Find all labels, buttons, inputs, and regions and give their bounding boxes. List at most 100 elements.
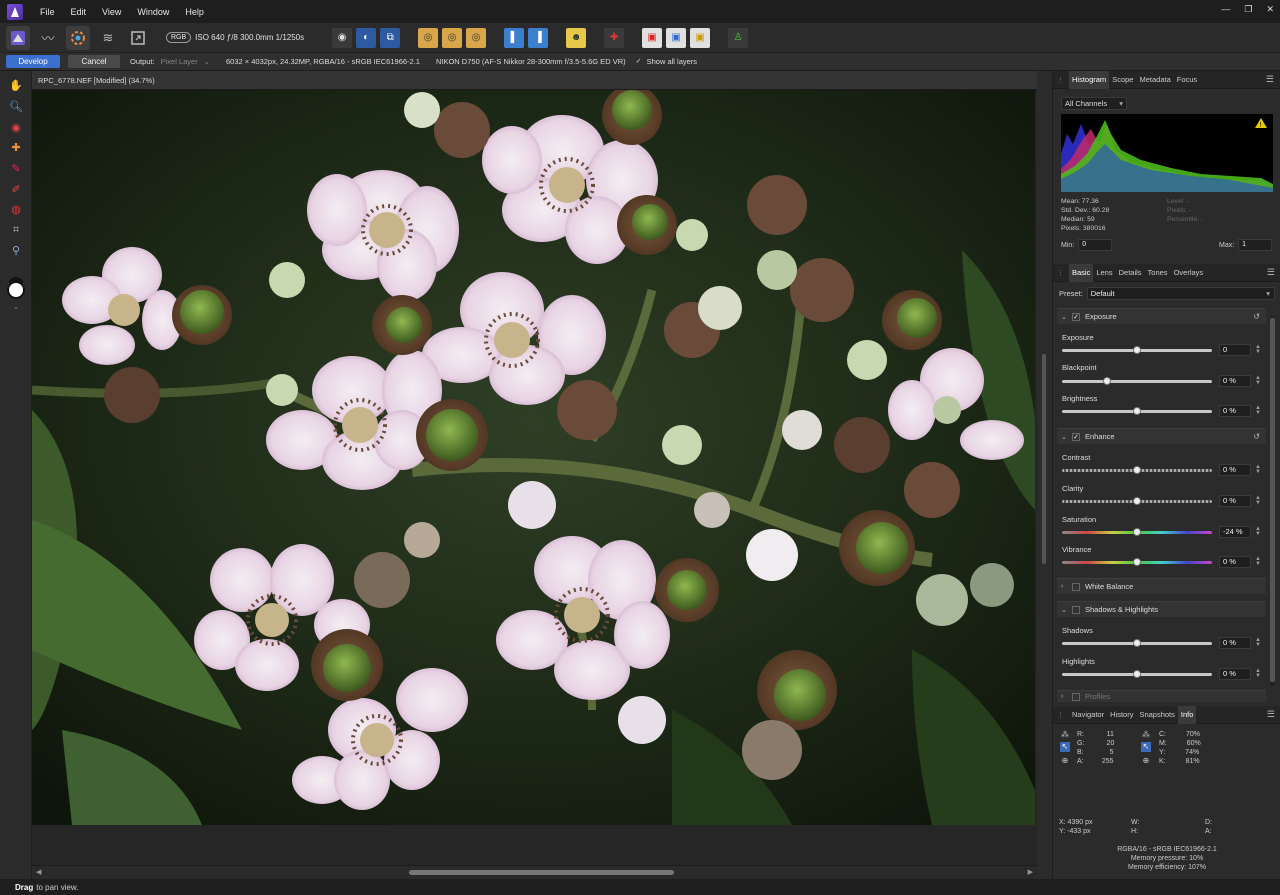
profiles-section-header[interactable]: › Profiles xyxy=(1057,690,1266,702)
color-picker-icon[interactable]: ⁂ xyxy=(1060,730,1070,740)
close-button[interactable]: ✕ xyxy=(1266,4,1274,15)
develop-button[interactable]: Develop xyxy=(6,55,60,68)
max-input[interactable]: 1 xyxy=(1238,239,1273,251)
copy-settings-button[interactable]: ▐ xyxy=(528,27,549,48)
exposure-slider[interactable] xyxy=(1062,346,1212,354)
tab-info[interactable]: Info xyxy=(1177,705,1197,724)
scroll-thumb[interactable] xyxy=(1042,354,1046,564)
slider-knob[interactable] xyxy=(1133,497,1141,505)
view-split-button[interactable]: ◐ xyxy=(356,27,377,48)
red-eye-toggle-button[interactable]: ✚ xyxy=(604,27,625,48)
tone-mapping-persona-button[interactable]: ≋ xyxy=(96,26,120,50)
slider-knob[interactable] xyxy=(1133,466,1141,474)
exposure-enable-checkbox[interactable]: ✓ xyxy=(1072,312,1080,321)
menu-edit[interactable]: Edit xyxy=(71,7,87,17)
photo-persona-button[interactable] xyxy=(6,25,30,50)
contrast-slider[interactable] xyxy=(1062,466,1212,474)
panel-menu-icon[interactable]: ☰ xyxy=(1267,709,1275,720)
slider-knob[interactable] xyxy=(1133,558,1141,566)
scroll-thumb[interactable] xyxy=(409,870,674,875)
tab-details[interactable]: Details xyxy=(1116,264,1145,282)
pointer-icon[interactable]: ↖ xyxy=(1060,742,1070,752)
grip-icon[interactable]: ⋮ xyxy=(1057,711,1065,719)
min-input[interactable]: 0 xyxy=(1078,239,1113,251)
tab-focus[interactable]: Focus xyxy=(1174,71,1200,89)
tab-history[interactable]: History xyxy=(1107,706,1136,724)
slider-knob[interactable] xyxy=(1133,346,1141,354)
minimize-button[interactable]: — xyxy=(1221,4,1230,15)
spinner-icon[interactable]: ▲ ▼ xyxy=(1255,344,1261,355)
mask-blue-button[interactable]: ▣ xyxy=(666,27,687,48)
overlay-erase-tool-icon[interactable]: ✐ xyxy=(8,181,24,197)
white-balance-tool-icon[interactable]: ⚲ xyxy=(8,242,24,258)
scroll-left-icon[interactable]: ◀ xyxy=(36,868,41,876)
user-account-button[interactable]: ♙ xyxy=(728,27,749,48)
canvas-vertical-scrollbar[interactable] xyxy=(1041,92,1047,862)
spinner-icon[interactable]: ▲ ▼ xyxy=(1255,637,1261,648)
tab-basic[interactable]: Basic xyxy=(1069,263,1094,282)
menu-view[interactable]: View xyxy=(102,7,121,17)
channel-dropdown[interactable]: All Channels xyxy=(1061,97,1127,110)
panel-menu-icon[interactable]: ☰ xyxy=(1267,267,1275,278)
blemish-tool-icon[interactable]: ✚ xyxy=(8,139,24,155)
show-all-layers-checkbox[interactable]: ✓ Show all layers xyxy=(636,57,697,66)
brightness-slider[interactable] xyxy=(1062,407,1212,415)
vibrance-slider[interactable] xyxy=(1062,558,1212,566)
crop-tool-icon[interactable]: ⌗ xyxy=(8,222,24,238)
assistant-button[interactable]: ☻ xyxy=(566,27,587,48)
cancel-button[interactable]: Cancel xyxy=(68,55,120,68)
saturation-slider[interactable] xyxy=(1062,528,1212,536)
preset-dropdown[interactable]: Default xyxy=(1086,287,1275,300)
exposure-section-header[interactable]: ⌄ ✓ Exposure ↺ xyxy=(1057,308,1266,324)
shadows-highlights-section-header[interactable]: ⌄ Shadows & Highlights xyxy=(1057,601,1266,617)
menu-file[interactable]: File xyxy=(40,7,55,17)
clipping-highlights-button[interactable]: ◎ xyxy=(466,27,487,48)
pointer-icon[interactable]: ↖ xyxy=(1141,742,1151,752)
slider-knob[interactable] xyxy=(1133,670,1141,678)
enhance-enable-checkbox[interactable]: ✓ xyxy=(1072,432,1080,441)
tab-navigator[interactable]: Navigator xyxy=(1069,706,1107,724)
scroll-thumb[interactable] xyxy=(1270,318,1275,682)
canvas-horizontal-scrollbar[interactable]: ◀ ▶ xyxy=(32,865,1037,879)
clipping-shadows-button[interactable]: ◎ xyxy=(418,27,439,48)
chevron-right-icon[interactable]: › xyxy=(1061,583,1069,590)
spinner-icon[interactable]: ▲ ▼ xyxy=(1255,526,1261,537)
slider-knob[interactable] xyxy=(1133,639,1141,647)
before-after-button[interactable]: ▌ xyxy=(504,27,525,48)
maximize-button[interactable]: ❐ xyxy=(1244,4,1252,15)
tab-snapshots[interactable]: Snapshots xyxy=(1136,706,1177,724)
highlights-value-input[interactable]: 0 % xyxy=(1219,668,1251,680)
enhance-section-header[interactable]: ⌄ ✓ Enhance ↺ xyxy=(1057,428,1266,444)
chevron-down-icon[interactable]: ⌄ xyxy=(1061,433,1069,441)
tab-overlays[interactable]: Overlays xyxy=(1171,264,1207,282)
view-mirror-button[interactable]: ⧉ xyxy=(380,27,401,48)
tab-metadata[interactable]: Metadata xyxy=(1136,71,1173,89)
vibrance-value-input[interactable]: 0 % xyxy=(1219,556,1251,568)
slider-knob[interactable] xyxy=(1103,377,1111,385)
saturation-value-input[interactable]: -24 % xyxy=(1219,526,1251,538)
color-well[interactable] xyxy=(7,281,25,299)
grip-icon[interactable]: ⋮ xyxy=(1057,76,1065,84)
clarity-value-input[interactable]: 0 % xyxy=(1219,495,1251,507)
menu-window[interactable]: Window xyxy=(137,7,169,17)
spinner-icon[interactable]: ▲ ▼ xyxy=(1255,375,1261,386)
exposure-value-input[interactable]: 0 xyxy=(1219,344,1251,356)
white-balance-enable-checkbox[interactable] xyxy=(1072,582,1080,591)
reset-icon[interactable]: ↺ xyxy=(1253,312,1260,321)
blackpoint-slider[interactable] xyxy=(1062,377,1212,385)
shadows-slider[interactable] xyxy=(1062,639,1212,647)
liquify-persona-button[interactable]: 〰 xyxy=(36,26,60,50)
adjustments-scrollbar[interactable] xyxy=(1270,316,1275,686)
blackpoint-value-input[interactable]: 0 % xyxy=(1219,375,1251,387)
overlay-brush-tool-icon[interactable]: ✎ xyxy=(8,160,24,176)
spinner-icon[interactable]: ▲ ▼ xyxy=(1255,668,1261,679)
highlights-slider[interactable] xyxy=(1062,670,1212,678)
slider-knob[interactable] xyxy=(1133,407,1141,415)
spinner-icon[interactable]: ▲ ▼ xyxy=(1255,556,1261,567)
clipping-midtones-button[interactable]: ◎ xyxy=(442,27,463,48)
document-tab[interactable]: RPC_6778.NEF [Modified] (34.7%) xyxy=(32,71,1037,90)
shadows-value-input[interactable]: 0 % xyxy=(1219,637,1251,649)
chevron-right-icon[interactable]: › xyxy=(1061,693,1069,700)
chevron-down-icon[interactable]: ⌄ xyxy=(1061,313,1069,321)
brightness-value-input[interactable]: 0 % xyxy=(1219,405,1251,417)
